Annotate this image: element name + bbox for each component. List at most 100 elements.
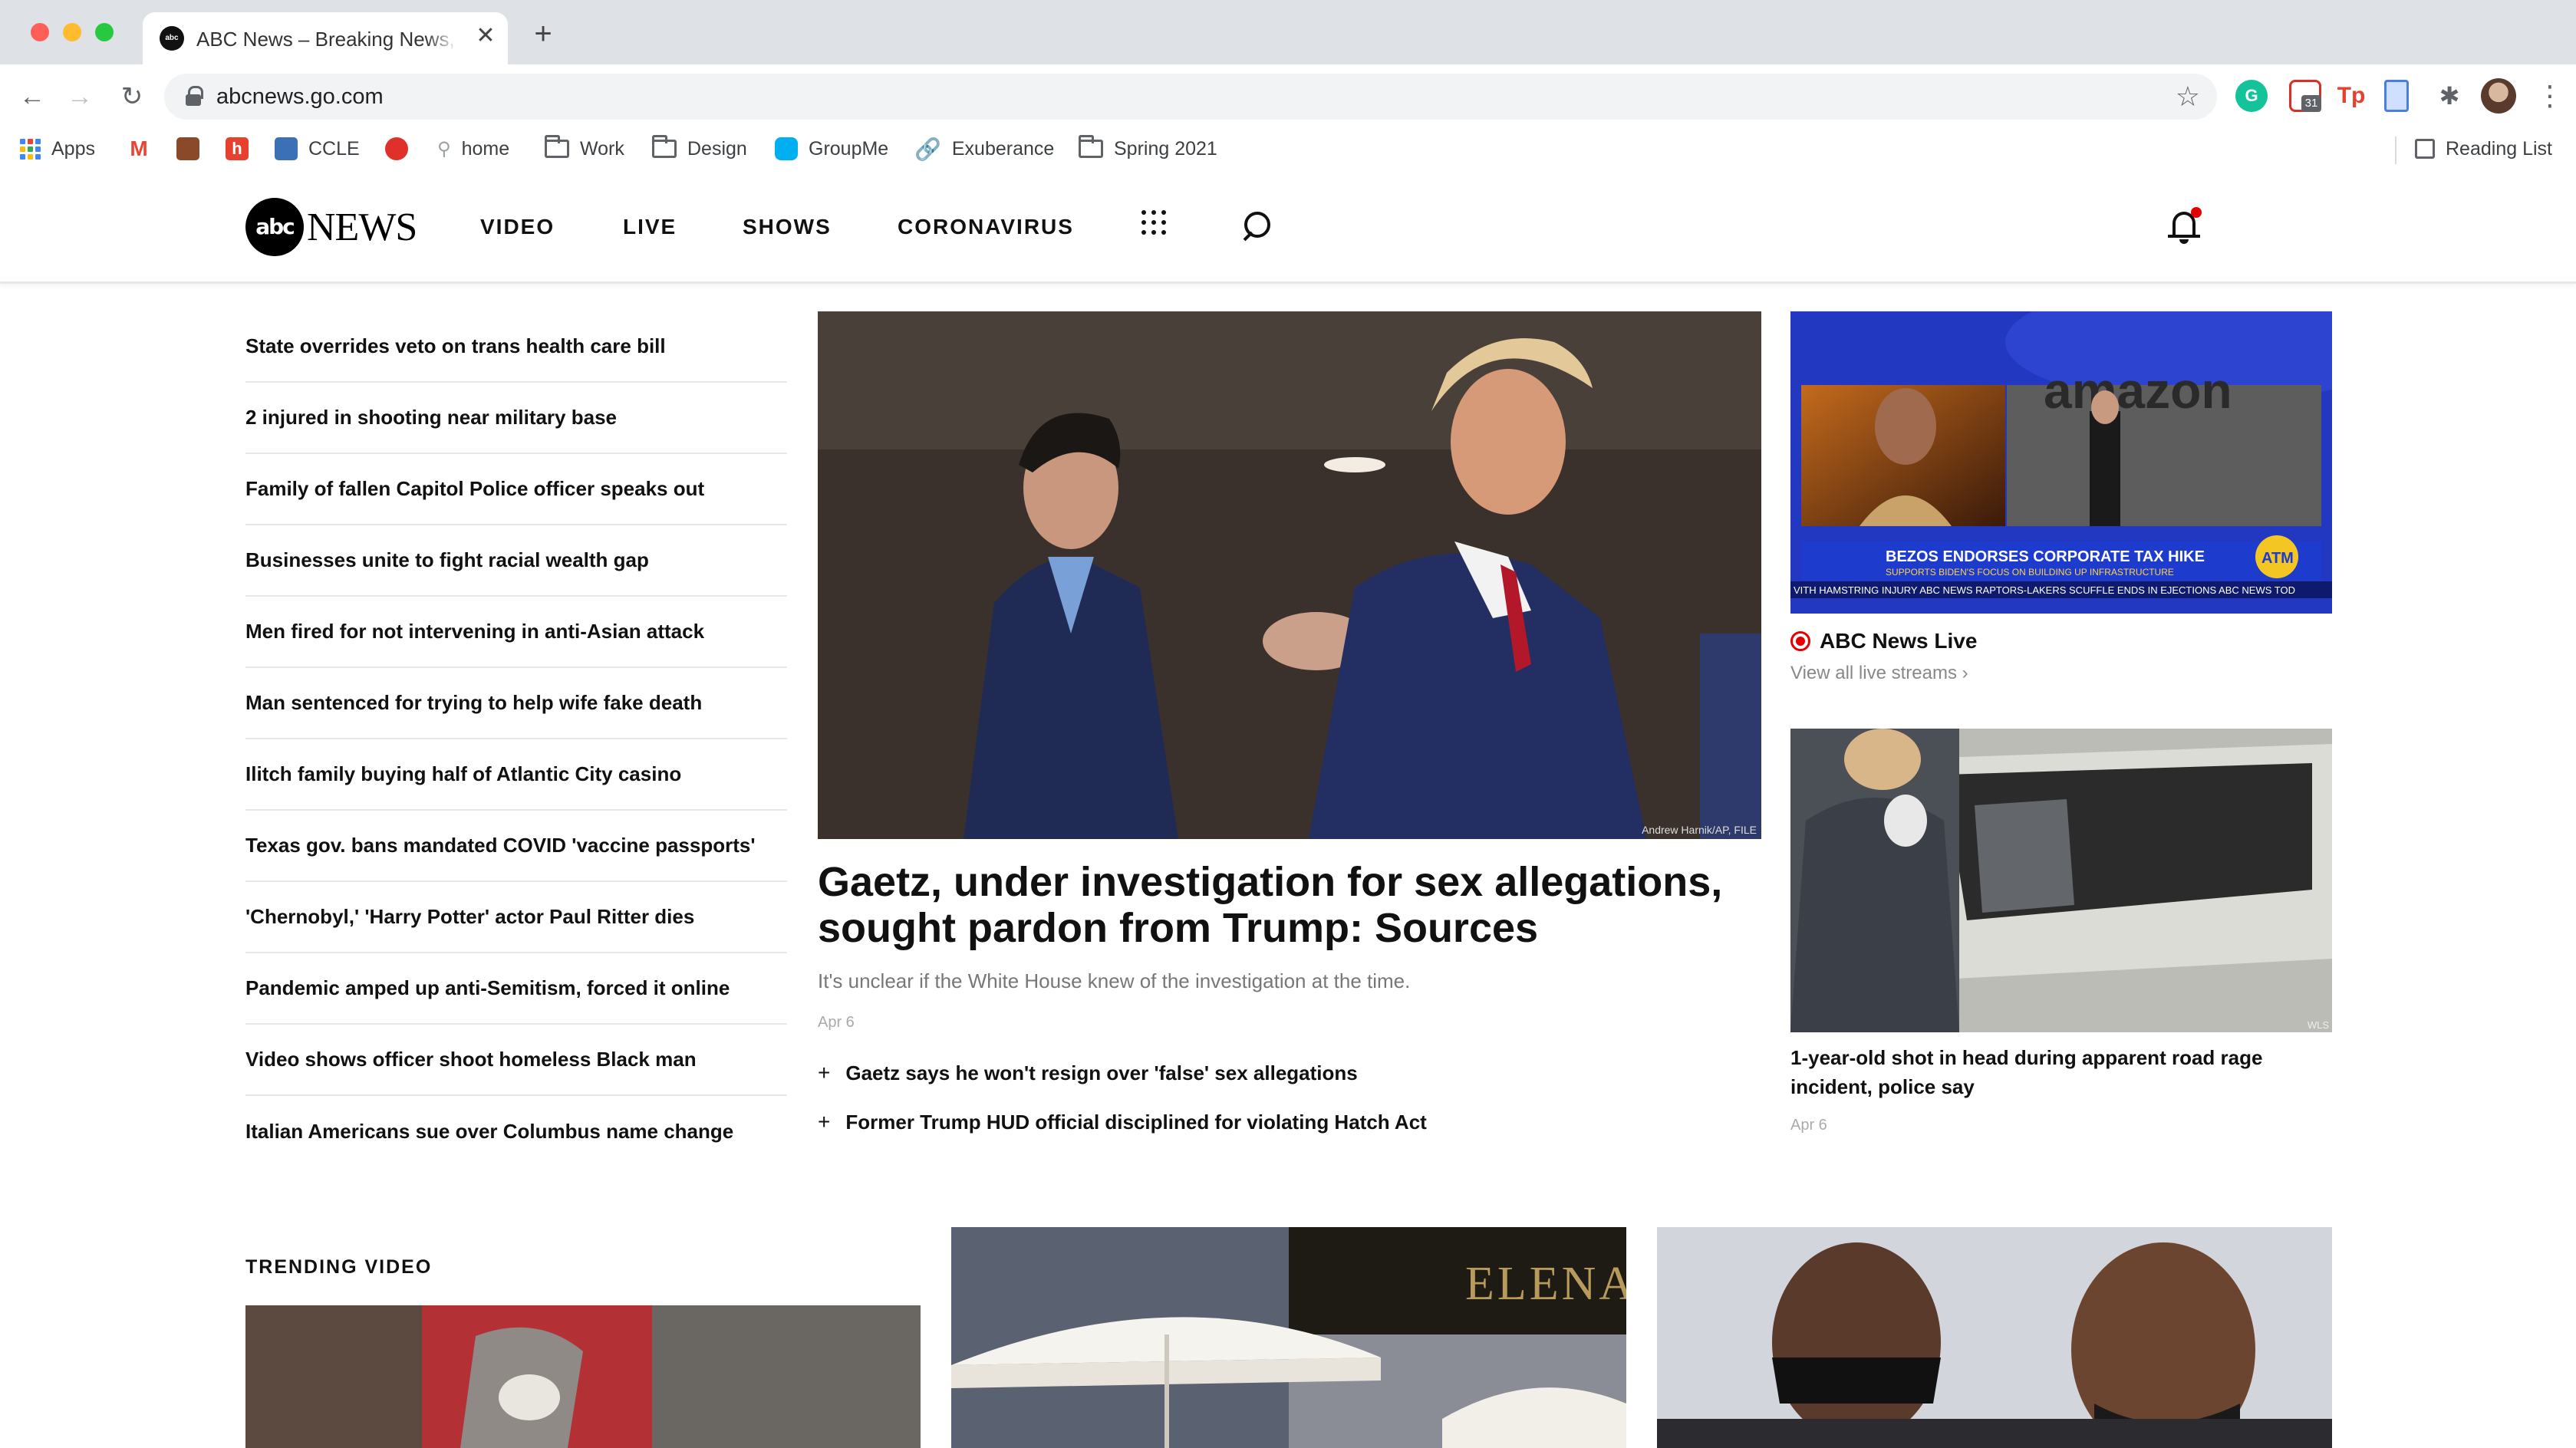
trending-video-thumbnail[interactable]	[245, 1305, 921, 1448]
headline-link[interactable]: Ilitch family buying half of Atlantic Ci…	[245, 739, 787, 811]
story-thumbnail-restaurant[interactable]: ELENA	[951, 1227, 1626, 1448]
h-icon: h	[226, 137, 249, 160]
bookmark-label: Work	[580, 137, 624, 160]
browser-toolbar: ← → ↻ abcnews.go.com ☆ G 31 Tp ✱ ⋮ Apps …	[0, 64, 2576, 184]
address-bar[interactable]: abcnews.go.com ☆	[164, 74, 2217, 120]
bookmarks-bar: Apps M h CCLE ⚲ home Work Design GroupMe…	[0, 126, 2576, 172]
abc-logo-disc: abc	[245, 198, 304, 256]
road-rage-story-photo[interactable]: WLS	[1790, 729, 2332, 1032]
restaurant-sign-text: ELENA	[1465, 1258, 1626, 1310]
bookmark-apps[interactable]: Apps	[20, 132, 95, 166]
bookmark-label: Design	[687, 137, 747, 160]
photo-credit: Andrew Harnik/AP, FILE	[1642, 824, 1757, 836]
bookmark-exuberance[interactable]: 🔗 Exuberance	[914, 132, 1054, 166]
news-ticker: VITH HAMSTRING INJURY ABC NEWS RAPTORS-L…	[1794, 584, 2295, 596]
bookmark-h[interactable]: h	[226, 132, 249, 166]
notifications-bell-icon[interactable]	[2168, 207, 2202, 245]
story-thumbnail-people[interactable]	[1657, 1227, 2332, 1448]
live-stream-thumbnail[interactable]: amazon BEZOS ENDORSES CORPORATE TAX HIKE…	[1790, 311, 2332, 614]
bookmark-ccle[interactable]: CCLE	[275, 132, 360, 166]
lead-story-summary: It's unclear if the White House knew of …	[818, 969, 1411, 992]
reload-icon[interactable]: ↻	[112, 77, 152, 117]
abc-news-live-link[interactable]: ABC News Live	[1790, 629, 1977, 653]
bookmark-label: home	[461, 137, 510, 160]
headline-link[interactable]: Pandemic amped up anti-Semitism, forced …	[245, 953, 787, 1025]
headline-link[interactable]: Texas gov. bans mandated COVID 'vaccine …	[245, 811, 787, 882]
headline-link[interactable]: Italian Americans sue over Columbus name…	[245, 1096, 787, 1167]
back-arrow-icon[interactable]: ←	[12, 77, 52, 117]
trend1-illustration	[245, 1305, 921, 1448]
window-close-button[interactable]	[31, 23, 49, 41]
headline-link[interactable]: State overrides veto on trans health car…	[245, 311, 787, 383]
profile-avatar[interactable]	[2481, 78, 2516, 114]
reading-list-label: Reading List	[2446, 137, 2552, 160]
lock-icon[interactable]	[186, 86, 203, 106]
related-story-link[interactable]: + Former Trump HUD official disciplined …	[818, 1111, 1761, 1134]
tp-extension-icon[interactable]: Tp	[2335, 80, 2367, 112]
lead-photo-illustration	[818, 311, 1761, 839]
folder-icon	[1079, 135, 1103, 158]
more-menu-grid-icon[interactable]	[1141, 210, 1166, 235]
lead-story-headline[interactable]: Gaetz, under investigation for sex alleg…	[818, 859, 1761, 951]
grammarly-extension-icon[interactable]: G	[2235, 80, 2268, 112]
bookmark-gmail[interactable]: M	[127, 132, 150, 166]
related-story-text[interactable]: Former Trump HUD official disciplined fo…	[845, 1111, 1426, 1134]
forward-arrow-icon[interactable]: →	[60, 77, 100, 117]
bookmark-home[interactable]: ⚲ home	[437, 132, 509, 166]
book-icon	[176, 137, 199, 160]
search-icon[interactable]	[1240, 210, 1270, 244]
notification-dot	[2191, 207, 2202, 218]
headline-link[interactable]: Video shows officer shoot homeless Black…	[245, 1025, 787, 1096]
tab-close-icon[interactable]: ✕	[473, 23, 499, 49]
bookmark-label: Exuberance	[951, 137, 1055, 160]
photo-credit: WLS	[2307, 1019, 2329, 1031]
headline-link[interactable]: Businesses unite to fight racial wealth …	[245, 525, 787, 597]
headline-link[interactable]: Men fired for not intervening in anti-As…	[245, 597, 787, 668]
trend2-illustration: ELENA	[951, 1227, 1626, 1448]
nav-live[interactable]: LIVE	[623, 212, 677, 242]
thumb-brand-text: amazon	[2044, 362, 2232, 419]
browser-tab-strip: abc ABC News – Breaking News, Latest New…	[0, 0, 2576, 64]
bookmark-folder-spring-2021[interactable]: Spring 2021	[1079, 132, 1217, 166]
related-story-text[interactable]: Gaetz says he won't resign over 'false' …	[845, 1061, 1357, 1085]
live-label-text: ABC News Live	[1820, 629, 1978, 653]
bookmark-star-icon[interactable]: ☆	[2176, 81, 2200, 112]
trend3-illustration	[1657, 1227, 2332, 1448]
road-rage-story-headline[interactable]: 1-year-old shot in head during apparent …	[1790, 1043, 2332, 1101]
bookmark-label: CCLE	[308, 137, 360, 160]
window-zoom-button[interactable]	[95, 23, 114, 41]
docs-extension-icon[interactable]	[2384, 80, 2409, 112]
url-text[interactable]: abcnews.go.com	[216, 83, 384, 110]
bookmark-tomato[interactable]	[385, 132, 408, 166]
headline-link[interactable]: Man sentenced for trying to help wife fa…	[245, 668, 787, 739]
lead-story-photo[interactable]: Andrew Harnik/AP, FILE	[818, 311, 1761, 839]
bookmark-folder-work[interactable]: Work	[545, 132, 624, 166]
bookmark-label: Spring 2021	[1114, 137, 1217, 160]
browser-tab-active[interactable]: abc ABC News – Breaking News, Latest New…	[143, 12, 508, 64]
lower-third-headline: BEZOS ENDORSES CORPORATE TAX HIKE	[1886, 548, 2205, 565]
live-thumb-illustration: amazon BEZOS ENDORSES CORPORATE TAX HIKE…	[1790, 311, 2332, 614]
apps-grid-icon	[20, 138, 41, 160]
new-tab-button[interactable]: +	[528, 18, 558, 51]
view-all-live-streams-link[interactable]: View all live streams ›	[1790, 663, 1968, 684]
headline-link[interactable]: Family of fallen Capitol Police officer …	[245, 454, 787, 525]
headline-link[interactable]: 2 injured in shooting near military base	[245, 383, 787, 454]
nav-video[interactable]: VIDEO	[480, 212, 555, 242]
reading-list-button[interactable]: Reading List	[2415, 132, 2552, 166]
bookmark-folder-design[interactable]: Design	[652, 132, 747, 166]
tab-title: ABC News – Breaking News, Latest News an…	[196, 26, 457, 52]
extensions-puzzle-icon[interactable]: ✱	[2433, 80, 2466, 112]
headline-link[interactable]: 'Chernobyl,' 'Harry Potter' actor Paul R…	[245, 882, 787, 953]
folder-icon	[545, 135, 569, 158]
related-story-link[interactable]: + Gaetz says he won't resign over 'false…	[818, 1061, 1761, 1085]
window-minimize-button[interactable]	[63, 23, 81, 41]
bookmark-groupme[interactable]: GroupMe	[775, 132, 888, 166]
bookmark-book[interactable]	[176, 132, 199, 166]
reading-list-icon	[2415, 139, 2435, 159]
nav-shows[interactable]: SHOWS	[743, 212, 832, 242]
live-indicator-icon	[1790, 631, 1810, 651]
tomato-icon	[385, 137, 408, 160]
browser-menu-icon[interactable]: ⋮	[2536, 78, 2564, 114]
abc-news-logo[interactable]: abc NEWS	[245, 196, 417, 258]
nav-coronavirus[interactable]: CORONAVIRUS	[898, 212, 1074, 242]
